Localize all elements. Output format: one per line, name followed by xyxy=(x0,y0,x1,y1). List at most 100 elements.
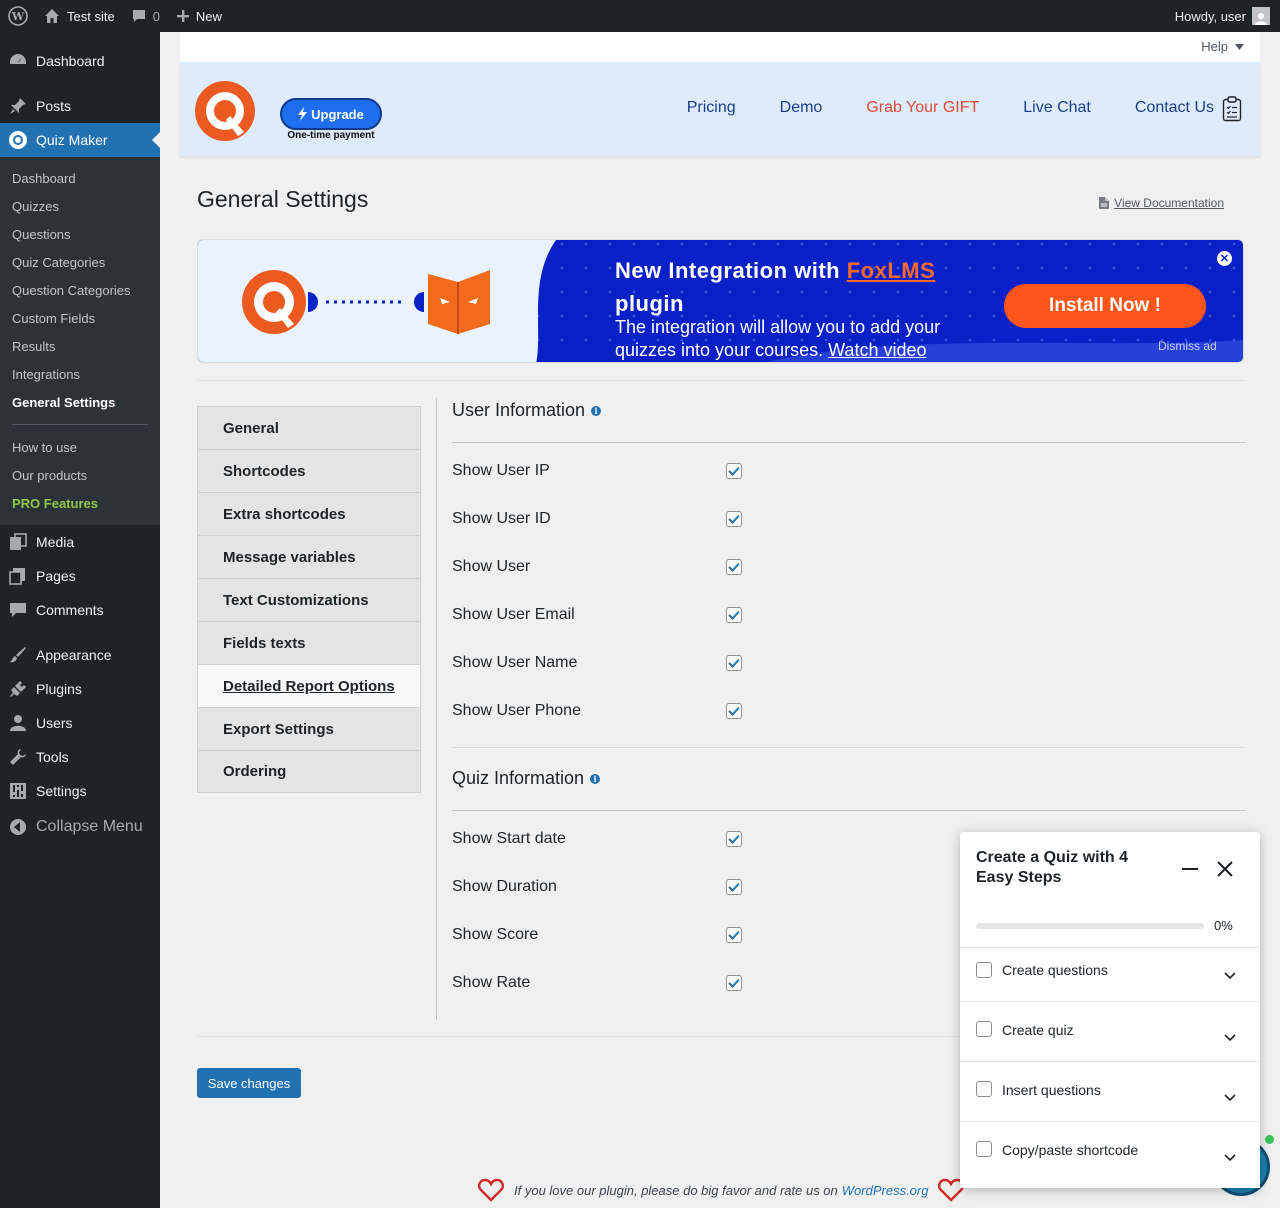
submenu-item-questions[interactable]: Questions xyxy=(0,220,160,248)
tab-message-variables[interactable]: Message variables xyxy=(197,535,421,578)
menu-appearance[interactable]: Appearance xyxy=(0,638,160,672)
minimize-icon[interactable] xyxy=(1182,868,1198,870)
foxlms-link[interactable]: FoxLMS xyxy=(847,258,936,283)
dismiss-ad-link[interactable]: Dismiss ad xyxy=(1158,339,1217,353)
checkbox-show-duration[interactable] xyxy=(726,879,742,895)
submenu-item-integrations[interactable]: Integrations xyxy=(0,360,160,388)
help-tab[interactable]: Help xyxy=(1201,39,1244,54)
step-insert-questions[interactable]: Insert questions xyxy=(960,1061,1260,1121)
quiz-maker-logo[interactable] xyxy=(194,80,256,142)
nav-live-chat[interactable]: Live Chat xyxy=(1023,99,1091,117)
checkbox-show-user-id[interactable] xyxy=(726,511,742,527)
submenu-item-pro-features[interactable]: PRO Features xyxy=(0,489,160,517)
steps-widget-title: Create a Quiz with 4 Easy Steps xyxy=(976,849,1129,886)
save-changes-button[interactable]: Save changes xyxy=(197,1068,301,1098)
step-label: Copy/paste shortcode xyxy=(1002,1142,1139,1158)
checkbox-show-score[interactable] xyxy=(726,927,742,943)
submenu-item-general-settings[interactable]: General Settings xyxy=(0,388,160,416)
close-icon[interactable] xyxy=(1216,860,1234,878)
howdy-text: Howdy, user xyxy=(1174,8,1246,24)
submenu-item-results[interactable]: Results xyxy=(0,332,160,360)
submenu-item-dashboard[interactable]: Dashboard xyxy=(0,164,160,192)
site-name-link[interactable]: Test site xyxy=(36,0,123,32)
close-icon[interactable]: ✕ xyxy=(1217,251,1232,266)
plug-icon xyxy=(8,679,28,699)
collapse-menu-label: Collapse Menu xyxy=(36,818,143,835)
step-checkbox[interactable] xyxy=(976,962,992,978)
promo-description: The integration will allow you to add yo… xyxy=(615,316,975,362)
step-checkbox[interactable] xyxy=(976,1021,992,1037)
clipboard-checklist-icon[interactable] xyxy=(1222,96,1242,125)
checkbox-show-rate[interactable] xyxy=(726,975,742,991)
checkbox-show-user-email[interactable] xyxy=(726,607,742,623)
step-create-quiz[interactable]: Create quiz xyxy=(960,1001,1260,1061)
tab-fields-texts[interactable]: Fields texts xyxy=(197,621,421,664)
menu-users[interactable]: Users xyxy=(0,706,160,740)
view-documentation-label: View Documentation xyxy=(1114,196,1224,210)
menu-settings[interactable]: Settings xyxy=(0,774,160,808)
collapse-icon xyxy=(8,817,28,837)
wordpress-org-link[interactable]: WordPress.org xyxy=(842,1183,929,1198)
tab-text-customizations[interactable]: Text Customizations xyxy=(197,578,421,621)
chevron-down-icon[interactable] xyxy=(1224,968,1236,983)
step-copy-paste-shortcode[interactable]: Copy/paste shortcode xyxy=(960,1121,1260,1181)
new-content-link[interactable]: New xyxy=(168,0,230,32)
submenu-item-question-categories[interactable]: Question Categories xyxy=(0,276,160,304)
menu-dashboard-label: Dashboard xyxy=(36,53,105,69)
submenu-item-quiz-categories[interactable]: Quiz Categories xyxy=(0,248,160,276)
submenu-item-how-to-use[interactable]: How to use xyxy=(0,433,160,461)
upgrade-button[interactable]: Upgrade xyxy=(280,98,382,130)
menu-dashboard[interactable]: Dashboard xyxy=(0,44,160,78)
tab-detailed-report-options[interactable]: Detailed Report Options xyxy=(197,664,421,707)
checkbox-show-user-name[interactable] xyxy=(726,655,742,671)
chevron-down-icon[interactable] xyxy=(1224,1090,1236,1105)
submenu-item-custom-fields[interactable]: Custom Fields xyxy=(0,304,160,332)
checkbox-show-start-date[interactable] xyxy=(726,831,742,847)
wordpress-logo-icon[interactable]: W xyxy=(0,0,36,32)
comment-icon xyxy=(131,8,147,24)
chevron-down-icon[interactable] xyxy=(1224,1030,1236,1045)
submenu-item-quizzes[interactable]: Quizzes xyxy=(0,192,160,220)
step-create-questions[interactable]: Create questions xyxy=(960,947,1260,1007)
menu-tools[interactable]: Tools xyxy=(0,740,160,774)
menu-comments[interactable]: Comments xyxy=(0,593,160,627)
view-documentation-link[interactable]: View Documentation xyxy=(1099,196,1224,210)
tab-extra-shortcodes[interactable]: Extra shortcodes xyxy=(197,492,421,535)
menu-plugins[interactable]: Plugins xyxy=(0,672,160,706)
menu-posts-label: Posts xyxy=(36,98,72,114)
nav-demo[interactable]: Demo xyxy=(780,99,823,117)
quiz-information-title: Quiz Information xyxy=(452,768,585,788)
promo-headline-prefix: New Integration with xyxy=(615,258,847,283)
info-icon[interactable]: i xyxy=(590,773,601,784)
comments-link[interactable]: 0 xyxy=(123,0,168,32)
step-checkbox[interactable] xyxy=(976,1141,992,1157)
install-now-button[interactable]: Install Now ! xyxy=(1004,284,1206,328)
checkbox-show-user[interactable] xyxy=(726,559,742,575)
menu-quiz-maker[interactable]: Quiz Maker xyxy=(0,123,160,157)
collapse-menu-button[interactable]: Collapse Menu xyxy=(0,808,160,846)
checkbox-show-user-phone[interactable] xyxy=(726,703,742,719)
chevron-down-icon[interactable] xyxy=(1224,1150,1236,1165)
checkbox-show-user-ip[interactable] xyxy=(726,463,742,479)
submenu-item-our-products[interactable]: Our products xyxy=(0,461,160,489)
step-checkbox[interactable] xyxy=(976,1081,992,1097)
admin-bar: W Test site 0 New Howdy, user xyxy=(0,0,1280,32)
option-label-show-rate: Show Rate xyxy=(452,974,531,991)
promo-headline-suffix: plugin xyxy=(615,291,684,316)
user-information-heading: User Information i xyxy=(452,400,602,421)
menu-posts[interactable]: Posts xyxy=(0,89,160,123)
my-account[interactable]: Howdy, user xyxy=(1175,7,1280,25)
nav-contact-us[interactable]: Contact Us xyxy=(1135,99,1214,117)
tab-general[interactable]: General xyxy=(197,406,421,449)
menu-pages[interactable]: Pages xyxy=(0,559,160,593)
tab-shortcodes[interactable]: Shortcodes xyxy=(197,449,421,492)
comments-icon xyxy=(8,600,28,620)
tab-export-settings[interactable]: Export Settings xyxy=(197,707,421,750)
nav-pricing[interactable]: Pricing xyxy=(687,99,736,117)
nav-grab-gift[interactable]: Grab Your GIFT xyxy=(866,99,979,117)
menu-media[interactable]: Media xyxy=(0,525,160,559)
info-icon[interactable]: i xyxy=(591,405,602,416)
tab-ordering[interactable]: Ordering xyxy=(197,750,421,793)
watch-video-link[interactable]: Watch video xyxy=(828,340,926,360)
user-information-title: User Information xyxy=(452,400,586,420)
